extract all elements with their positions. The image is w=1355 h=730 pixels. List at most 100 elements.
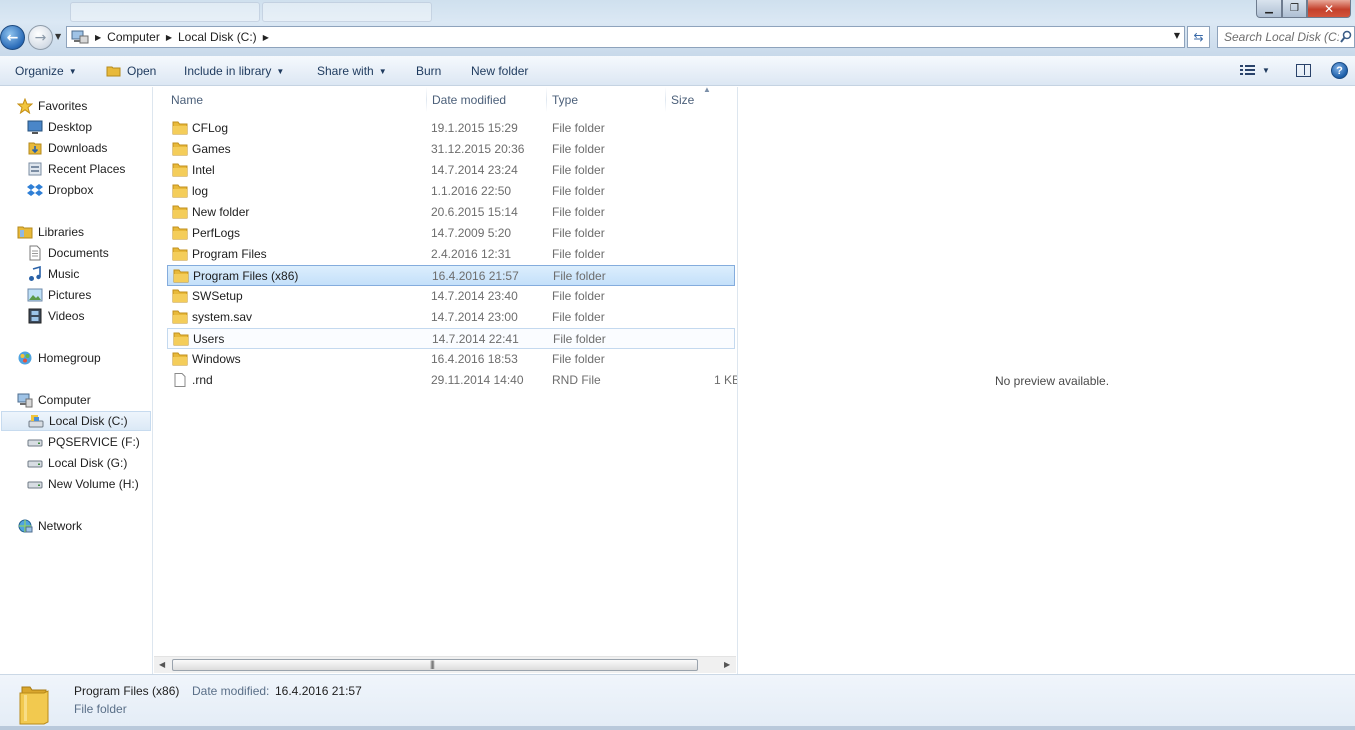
column-header-size[interactable]: Size: [671, 93, 694, 107]
new-folder-button[interactable]: New folder: [471, 64, 528, 78]
file-name: Users: [193, 332, 225, 346]
file-row[interactable]: Program Files 2.4.2016 12:31 File folder: [167, 244, 735, 265]
new-folder-label: New folder: [471, 64, 529, 78]
file-row[interactable]: system.sav 14.7.2014 23:00 File folder: [167, 307, 735, 328]
breadcrumb-separator-icon[interactable]: ▶: [263, 33, 269, 42]
file-name: system.sav: [192, 310, 253, 324]
nav-local-disk-c[interactable]: Local Disk (C:): [1, 411, 151, 431]
breadcrumb-computer[interactable]: Computer: [107, 30, 160, 44]
horizontal-scrollbar[interactable]: ◀ ||| ▶: [154, 656, 736, 673]
nav-libraries[interactable]: Libraries: [0, 222, 84, 242]
breadcrumb-separator-icon[interactable]: ▶: [166, 33, 172, 42]
file-name: .rnd: [192, 373, 213, 387]
nav-local-disk-g[interactable]: Local Disk (G:): [0, 453, 127, 473]
taskbar-edge: [0, 726, 1355, 730]
breadcrumb-local-disk[interactable]: Local Disk (C:): [178, 30, 257, 44]
file-row[interactable]: Games 31.12.2015 20:36 File folder: [167, 139, 735, 160]
nav-documents[interactable]: Documents: [0, 243, 109, 263]
nav-pictures[interactable]: Pictures: [0, 285, 91, 305]
folder-icon: [172, 247, 188, 261]
include-in-library-button[interactable]: Include in library ▼: [184, 64, 284, 78]
desktop-icon: [27, 120, 43, 134]
nav-network[interactable]: Network: [0, 516, 82, 536]
burn-button[interactable]: Burn: [416, 64, 441, 78]
navigation-pane: Favorites Desktop Downloads Recent Place…: [0, 87, 153, 674]
downloads-icon: [28, 142, 42, 155]
maximize-icon[interactable]: ❐: [1282, 0, 1307, 18]
column-headers: Name Date modified Type Size ▲: [154, 85, 736, 112]
folder-icon: [172, 142, 188, 156]
preview-pane-toggle-button[interactable]: [1296, 64, 1311, 77]
nav-music[interactable]: Music: [0, 264, 79, 284]
minimize-icon[interactable]: ▁: [1256, 0, 1282, 18]
file-row-hovered[interactable]: Users 14.7.2014 22:41 File folder: [167, 328, 735, 349]
network-icon: [18, 519, 33, 533]
column-divider[interactable]: [546, 87, 547, 112]
nav-desktop[interactable]: Desktop: [0, 117, 92, 137]
change-view-button[interactable]: ▼: [1240, 65, 1270, 76]
search-input[interactable]: [1224, 30, 1339, 44]
column-divider[interactable]: [665, 87, 666, 112]
help-button[interactable]: ?: [1331, 62, 1348, 79]
nav-dropbox[interactable]: Dropbox: [0, 180, 93, 200]
back-button[interactable]: ←: [0, 25, 25, 50]
nav-label: Network: [38, 519, 83, 533]
nav-pqservice[interactable]: PQSERVICE (F:): [0, 432, 140, 452]
file-date: 1.1.2016 22:50: [431, 184, 512, 198]
details-view-icon: [1240, 65, 1255, 75]
forward-arrow-icon: →: [34, 29, 47, 46]
preview-pane: No preview available.: [737, 87, 1355, 674]
forward-button[interactable]: →: [28, 25, 53, 50]
file-row[interactable]: PerfLogs 14.7.2009 5:20 File folder: [167, 223, 735, 244]
open-button[interactable]: Open: [106, 64, 156, 78]
column-header-name[interactable]: Name: [171, 93, 203, 107]
drive-icon: [27, 439, 43, 447]
folder-icon: [172, 184, 188, 198]
share-with-button[interactable]: Share with ▼: [317, 64, 387, 78]
scroll-left-icon[interactable]: ◀: [159, 660, 165, 669]
close-icon[interactable]: ✕: [1307, 0, 1351, 18]
column-divider[interactable]: [426, 87, 427, 112]
nav-favorites[interactable]: Favorites: [0, 96, 87, 116]
folder-icon: [19, 686, 49, 725]
file-row[interactable]: CFLog 19.1.2015 15:29 File folder: [167, 118, 735, 139]
search-icon[interactable]: [1340, 30, 1352, 44]
homegroup-icon: [18, 351, 32, 365]
file-type: File folder: [553, 269, 606, 283]
background-blur-tab: [70, 2, 260, 22]
breadcrumb-separator-icon[interactable]: ▶: [95, 33, 101, 42]
refresh-button[interactable]: ⇆: [1187, 26, 1210, 48]
file-row[interactable]: New folder 20.6.2015 15:14 File folder: [167, 202, 735, 223]
nav-label: Recent Places: [48, 162, 126, 176]
address-history-dropdown-icon[interactable]: ▼: [1174, 31, 1180, 40]
file-row[interactable]: .rnd 29.11.2014 14:40 RND File 1 KB: [167, 370, 740, 391]
file-row[interactable]: Windows 16.4.2016 18:53 File folder: [167, 349, 735, 370]
file-row[interactable]: Intel 14.7.2014 23:24 File folder: [167, 160, 735, 181]
organize-button[interactable]: Organize ▼: [15, 64, 77, 78]
nav-recent-places[interactable]: Recent Places: [0, 159, 125, 179]
recent-pages-dropdown-icon[interactable]: ▼: [55, 32, 61, 41]
file-row[interactable]: log 1.1.2016 22:50 File folder: [167, 181, 735, 202]
search-box[interactable]: [1217, 26, 1355, 48]
nav-computer[interactable]: Computer: [0, 390, 91, 410]
sort-up-icon: ▲: [703, 85, 711, 94]
nav-homegroup[interactable]: Homegroup: [0, 348, 101, 368]
organize-label: Organize: [15, 64, 64, 78]
nav-label: Desktop: [48, 120, 93, 134]
file-name: New folder: [192, 205, 250, 219]
column-header-type[interactable]: Type: [552, 93, 578, 107]
file-row[interactable]: SWSetup 14.7.2014 23:40 File folder: [167, 286, 735, 307]
file-row-selected[interactable]: Program Files (x86) 16.4.2016 21:57 File…: [167, 265, 735, 286]
scroll-right-icon[interactable]: ▶: [724, 660, 730, 669]
scrollbar-thumb[interactable]: |||: [172, 659, 698, 671]
open-label: Open: [127, 64, 157, 78]
window-controls: ▁ ❐ ✕: [1256, 0, 1351, 18]
nav-downloads[interactable]: Downloads: [0, 138, 107, 158]
nav-label: Downloads: [48, 141, 108, 155]
nav-new-volume-h[interactable]: New Volume (H:): [0, 474, 139, 494]
grip-icon: |||: [430, 659, 435, 669]
address-bar[interactable]: ▶ Computer ▶ Local Disk (C:) ▶ ▼: [66, 26, 1185, 48]
column-header-date-modified[interactable]: Date modified: [432, 93, 506, 107]
file-date: 2.4.2016 12:31: [431, 247, 512, 261]
nav-videos[interactable]: Videos: [0, 306, 84, 326]
